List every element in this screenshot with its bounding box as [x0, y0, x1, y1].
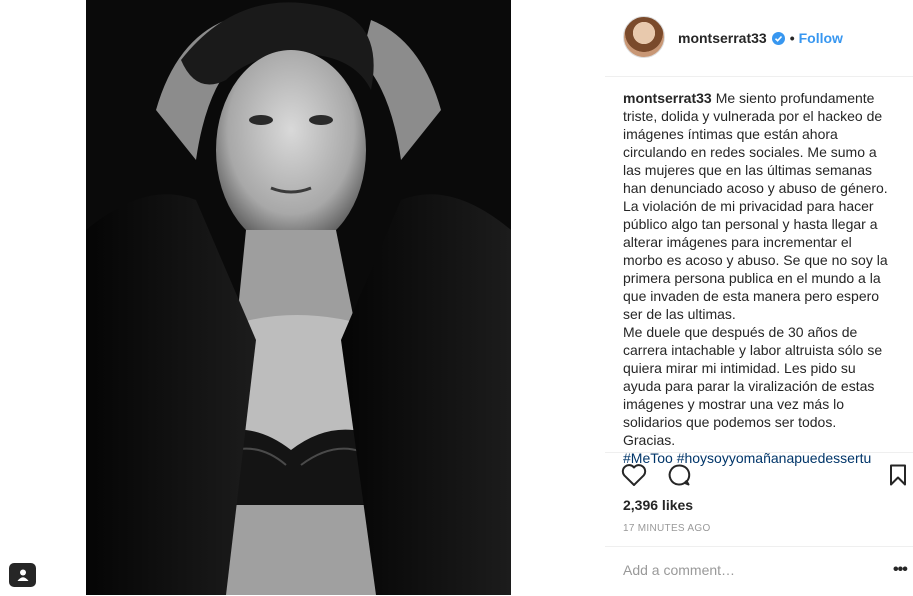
separator-dot: • — [789, 30, 795, 46]
left-margin — [0, 0, 86, 595]
likes-count[interactable]: 2,396 likes — [623, 497, 693, 513]
caption-username[interactable]: montserrat33 — [623, 90, 712, 106]
verified-badge-icon — [771, 31, 785, 45]
post-header: montserrat33 • Follow — [605, 0, 913, 77]
comment-input[interactable] — [623, 562, 863, 578]
more-options-icon[interactable]: ••• — [893, 561, 908, 579]
comment-icon[interactable] — [664, 460, 694, 490]
caption-text-1: Me siento profundamente triste, dolida y… — [623, 90, 888, 322]
username-row: montserrat33 • Follow — [678, 30, 843, 46]
action-row — [619, 460, 909, 492]
caption-paragraph-1: montserrat33 Me siento profundamente tris… — [623, 89, 891, 323]
comment-bar: ••• — [605, 546, 913, 596]
follow-button[interactable]: Follow — [799, 30, 843, 46]
photo-illustration — [86, 0, 511, 595]
caption-paragraph-2: Me duele que después de 30 años de carre… — [623, 324, 883, 448]
post-timestamp[interactable]: 17 MINUTES AGO — [623, 523, 711, 534]
bookmark-icon[interactable] — [883, 460, 913, 490]
user-tag-icon[interactable] — [9, 563, 36, 587]
post-photo[interactable] — [86, 0, 511, 595]
actions-divider — [605, 452, 913, 453]
heart-icon[interactable] — [619, 460, 649, 490]
post-side-panel: montserrat33 • Follow montserrat33 Me sie… — [605, 0, 913, 595]
avatar[interactable] — [623, 16, 665, 58]
post-caption: montserrat33 Me siento profundamente tris… — [623, 89, 891, 467]
username-link[interactable]: montserrat33 — [678, 30, 767, 46]
